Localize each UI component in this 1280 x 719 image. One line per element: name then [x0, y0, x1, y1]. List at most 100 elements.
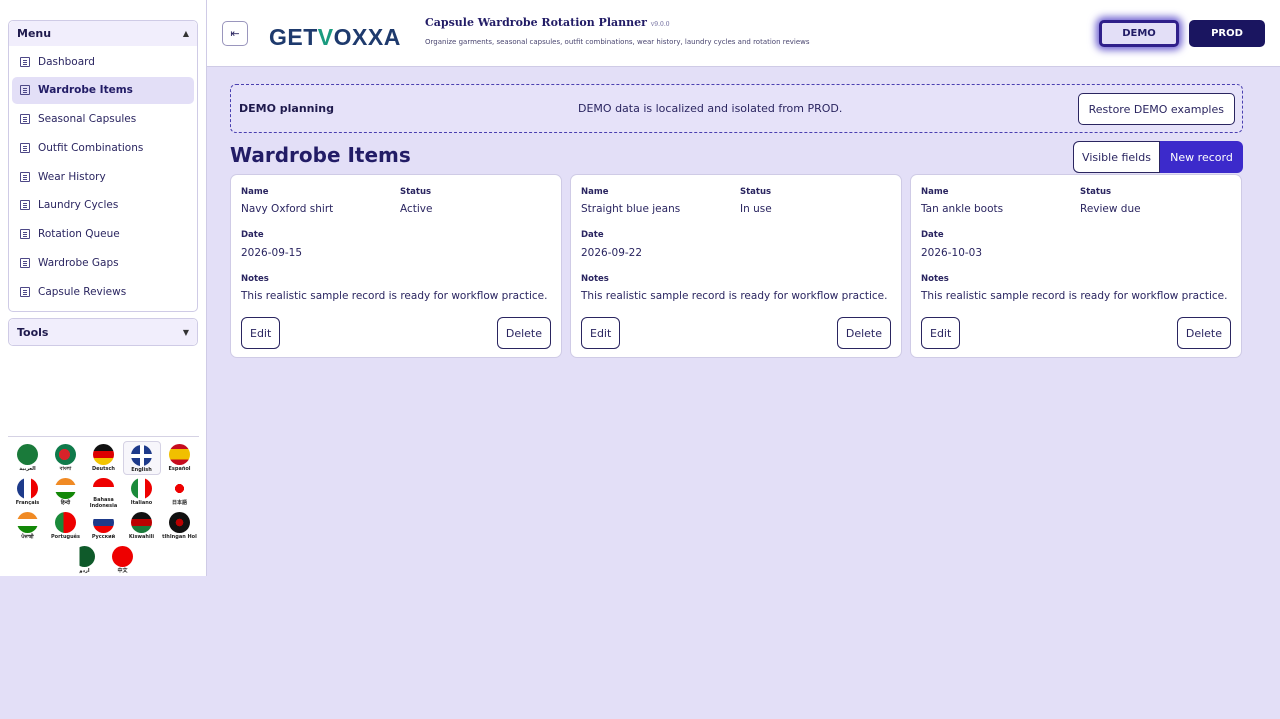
- sidebar-item-seasonal-capsules[interactable]: Seasonal Capsules: [12, 106, 194, 133]
- document-icon: [20, 286, 30, 297]
- sidebar-item-outfit-combinations[interactable]: Outfit Combinations: [12, 134, 194, 161]
- saudi-flag-icon: [17, 444, 38, 465]
- document-icon: [20, 258, 30, 269]
- language-row: ਪੰਜਾਬੀ Português Русский Kiswahili tlhIn…: [8, 509, 199, 543]
- demo-banner: DEMO planning DEMO data is localized and…: [230, 84, 1243, 133]
- uk-flag-icon: [131, 445, 152, 466]
- date-label: Date: [241, 230, 264, 240]
- record-status: In use: [740, 203, 772, 215]
- sidebar-item-wear-history[interactable]: Wear History: [12, 163, 194, 190]
- sidebar-item-label: Wardrobe Gaps: [38, 257, 119, 270]
- name-label: Name: [241, 187, 269, 197]
- edit-button[interactable]: Edit: [921, 317, 961, 349]
- record-date: 2026-09-15: [241, 247, 303, 259]
- language-hindi[interactable]: हिन्दी: [47, 475, 85, 509]
- page-title: Wardrobe Items: [230, 143, 411, 167]
- language-arabic[interactable]: العربية: [9, 441, 47, 475]
- language-portuguese[interactable]: Português: [47, 509, 85, 543]
- language-russian[interactable]: Русский: [85, 509, 123, 543]
- document-icon: [20, 229, 30, 240]
- status-label: Status: [400, 187, 432, 197]
- tools-title: Tools: [17, 325, 49, 339]
- language-german[interactable]: Deutsch: [85, 441, 123, 475]
- record-card: Name Status Straight blue jeans In use D…: [570, 174, 902, 358]
- edit-button[interactable]: Edit: [581, 317, 621, 349]
- language-spanish[interactable]: Español: [161, 441, 199, 475]
- app-title-text: Capsule Wardrobe Rotation Planner: [425, 16, 647, 29]
- name-label: Name: [921, 187, 949, 197]
- chevron-up-icon: ▲: [182, 29, 189, 38]
- language-swahili[interactable]: Kiswahili: [123, 509, 161, 543]
- banner-title: DEMO planning: [239, 102, 334, 115]
- language-italian[interactable]: Italiano: [123, 475, 161, 509]
- kenya-flag-icon: [131, 512, 152, 533]
- language-bengali[interactable]: বাংলা: [47, 441, 85, 475]
- klingon-flag-icon: [169, 512, 190, 533]
- bangladesh-flag-icon: [55, 444, 76, 465]
- record-name: Straight blue jeans: [581, 203, 681, 215]
- delete-button[interactable]: Delete: [836, 317, 891, 349]
- portugal-flag-icon: [55, 512, 76, 533]
- sidebar-item-label: Laundry Cycles: [38, 199, 119, 212]
- delete-button[interactable]: Delete: [496, 317, 551, 349]
- sidebar-item-label: Seasonal Capsules: [38, 113, 137, 126]
- russia-flag-icon: [93, 512, 114, 533]
- menu-panel: Menu ▲ Dashboard Wardrobe Items Seasonal…: [8, 20, 198, 313]
- app-title: Capsule Wardrobe Rotation Planner v9.0.0: [425, 16, 670, 29]
- menu-header[interactable]: Menu ▲: [9, 21, 197, 46]
- record-date: 2026-10-03: [921, 247, 983, 259]
- language-picker: العربية বাংলা Deutsch English Español Fr…: [8, 436, 199, 577]
- language-row: العربية বাংলা Deutsch English Español: [8, 441, 199, 475]
- document-icon: [20, 56, 30, 67]
- record-status: Review due: [1080, 203, 1141, 215]
- logo-text-oxxa: OXXA: [333, 24, 401, 50]
- language-urdu[interactable]: اردو: [66, 543, 104, 577]
- india-punjabi-flag-icon: [17, 512, 38, 533]
- language-japanese[interactable]: 日本語: [161, 475, 199, 509]
- document-icon: [20, 171, 30, 182]
- record-name: Navy Oxford shirt: [241, 203, 334, 215]
- new-record-button[interactable]: New record: [1160, 141, 1243, 173]
- status-label: Status: [740, 187, 772, 197]
- edit-button[interactable]: Edit: [241, 317, 281, 349]
- japan-flag-icon: [169, 478, 190, 499]
- demo-env-button[interactable]: DEMO: [1099, 20, 1179, 47]
- sidebar-item-wardrobe-items[interactable]: Wardrobe Items: [12, 76, 194, 104]
- app-version: v9.0.0: [650, 21, 670, 28]
- language-klingon[interactable]: tlhIngan Hol: [161, 509, 199, 543]
- record-notes: This realistic sample record is ready fo…: [921, 290, 1228, 302]
- indonesia-flag-icon: [93, 478, 114, 496]
- prod-env-button[interactable]: PROD: [1189, 20, 1265, 47]
- language-row: اردو 中文: [8, 543, 199, 577]
- italy-flag-icon: [131, 478, 152, 499]
- tools-panel: Tools ▼: [8, 318, 198, 347]
- language-french[interactable]: Français: [9, 475, 47, 509]
- delete-button[interactable]: Delete: [1176, 317, 1231, 349]
- record-notes: This realistic sample record is ready fo…: [581, 290, 888, 302]
- sidebar-item-capsule-reviews[interactable]: Capsule Reviews: [12, 278, 194, 305]
- sidebar: Menu ▲ Dashboard Wardrobe Items Seasonal…: [0, 0, 207, 576]
- restore-demo-button[interactable]: Restore DEMO examples: [1077, 93, 1235, 125]
- language-punjabi[interactable]: ਪੰਜਾਬੀ: [9, 509, 47, 543]
- language-chinese[interactable]: 中文: [104, 543, 142, 577]
- tools-header[interactable]: Tools ▼: [9, 319, 197, 346]
- collapse-sidebar-button[interactable]: ⇤: [222, 21, 248, 46]
- document-icon: [20, 85, 30, 96]
- sidebar-item-label: Outfit Combinations: [38, 141, 144, 154]
- collapse-menu-icon: ⇤: [230, 27, 240, 40]
- visible-fields-button[interactable]: Visible fields: [1073, 141, 1160, 173]
- menu-list: Dashboard Wardrobe Items Seasonal Capsul…: [9, 46, 197, 311]
- sidebar-item-rotation-queue[interactable]: Rotation Queue: [12, 221, 194, 248]
- sidebar-item-wardrobe-gaps[interactable]: Wardrobe Gaps: [12, 250, 194, 277]
- banner-text: DEMO data is localized and isolated from…: [578, 102, 843, 115]
- document-icon: [20, 114, 30, 125]
- sidebar-item-dashboard[interactable]: Dashboard: [12, 48, 194, 75]
- notes-label: Notes: [581, 274, 609, 284]
- record-notes: This realistic sample record is ready fo…: [241, 290, 548, 302]
- language-row: Français हिन्दी Bahasa Indonesia Italian…: [8, 475, 199, 509]
- language-english[interactable]: English: [122, 441, 161, 475]
- sidebar-item-laundry-cycles[interactable]: Laundry Cycles: [12, 192, 194, 219]
- language-indonesian[interactable]: Bahasa Indonesia: [85, 475, 123, 509]
- sidebar-item-label: Wear History: [38, 170, 106, 183]
- germany-flag-icon: [93, 444, 114, 465]
